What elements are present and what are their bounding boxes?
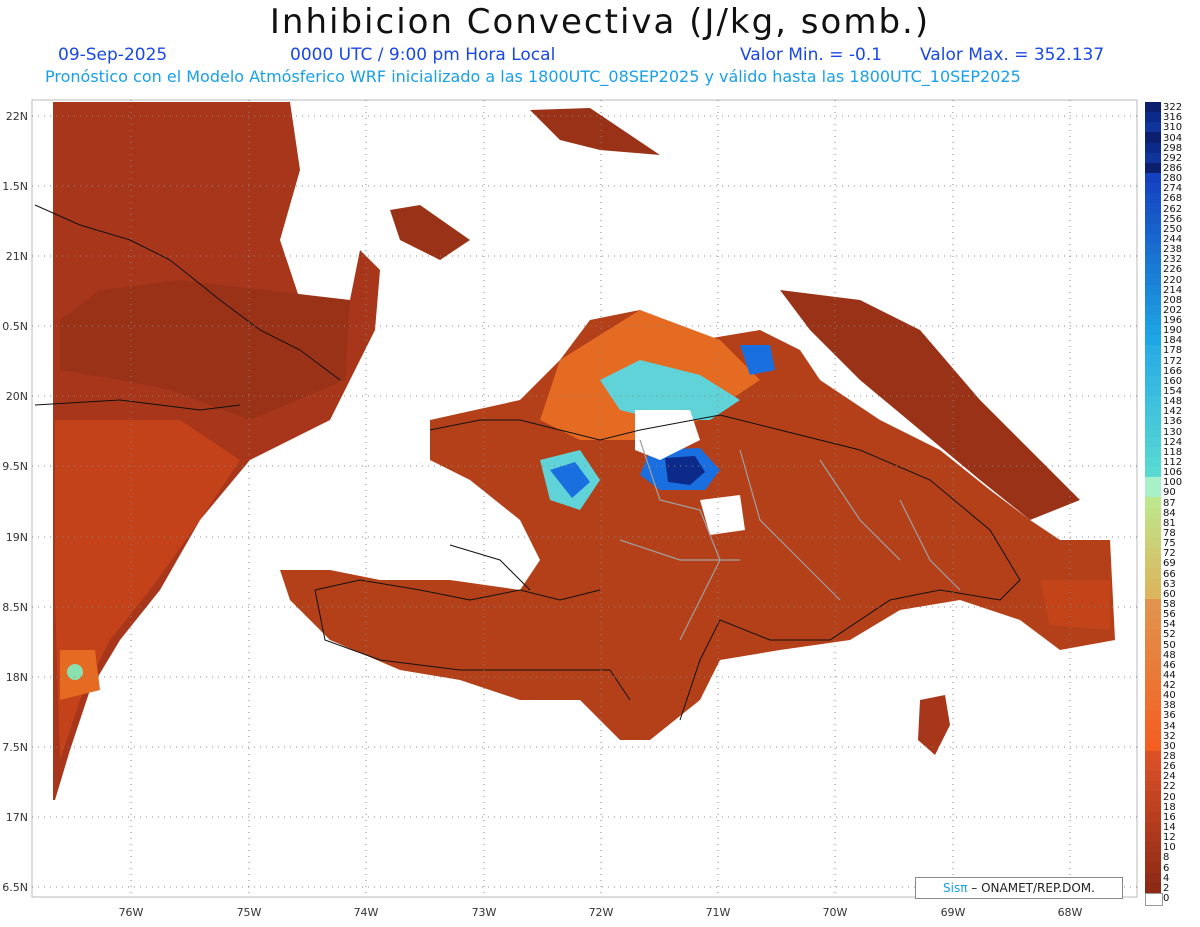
lon-label: 72W	[588, 906, 614, 919]
colorbar-swatch	[1145, 892, 1163, 906]
credit-sis: Sisπ	[943, 881, 968, 895]
lon-label: 70W	[822, 906, 848, 919]
lon-label: 75W	[236, 906, 262, 919]
lat-label: 21N	[5, 250, 28, 263]
lon-label: 71W	[705, 906, 731, 919]
colorbar-label: 268	[1163, 193, 1183, 205]
lat-label: 8.5N	[2, 601, 28, 614]
lat-label: 0.5N	[2, 320, 28, 333]
lat-label: 18N	[5, 671, 28, 684]
lat-label: 1.5N	[2, 180, 28, 193]
colorbar-label: 220	[1163, 274, 1183, 286]
lat-label: 17N	[5, 811, 28, 824]
lon-label: 74W	[353, 906, 379, 919]
colorbar-label: 22	[1163, 781, 1176, 793]
lat-label: 20N	[5, 390, 28, 403]
colorbar-label: 0	[1163, 893, 1170, 904]
lat-label: 19N	[5, 531, 28, 544]
colorbar-label: 69	[1163, 558, 1176, 570]
lat-label: 22N	[5, 110, 28, 123]
credit-box: Sisπ – ONAMET/REP.DOM.	[915, 877, 1123, 899]
lon-label: 73W	[471, 906, 497, 919]
colorbar-label: 310	[1163, 122, 1183, 134]
colorbar-label: 178	[1163, 345, 1183, 357]
lat-label: 7.5N	[2, 741, 28, 754]
lon-label: 69W	[940, 906, 966, 919]
colorbar-label: 8	[1163, 852, 1170, 864]
colorbar-label: 226	[1163, 264, 1183, 276]
lon-label: 76W	[118, 906, 144, 919]
colorbar-label: 52	[1163, 629, 1176, 641]
colorbar-label: 36	[1163, 710, 1176, 722]
lon-label: 68W	[1057, 906, 1083, 919]
field-ne-spot	[1040, 580, 1110, 630]
cin-map	[31, 99, 1138, 898]
colorbar-label: 136	[1163, 416, 1183, 428]
lat-label: 9.5N	[2, 460, 28, 473]
colorbar-label: 90	[1163, 487, 1176, 499]
lat-label: 6.5N	[2, 881, 28, 894]
credit-text: – ONAMET/REP.DOM.	[971, 881, 1095, 895]
